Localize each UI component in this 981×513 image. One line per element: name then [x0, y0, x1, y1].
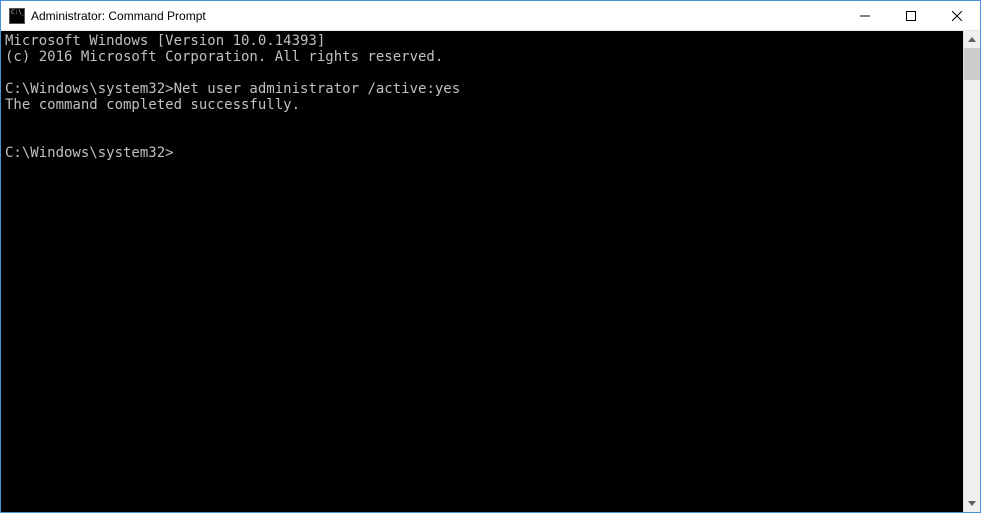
scrollbar-thumb[interactable] [964, 48, 980, 80]
minimize-icon [860, 11, 870, 21]
client-area: Microsoft Windows [Version 10.0.14393] (… [1, 31, 980, 512]
scroll-up-button[interactable] [964, 31, 980, 48]
cmd-icon [9, 8, 25, 24]
copyright-line: (c) 2016 Microsoft Corporation. All righ… [5, 49, 443, 65]
maximize-icon [906, 11, 916, 21]
close-button[interactable] [934, 1, 980, 30]
command-prompt-window: Administrator: Command Prompt Microsoft … [0, 0, 981, 513]
typed-command: Net user administrator /active:yes [174, 81, 461, 97]
close-icon [952, 11, 962, 21]
terminal-output[interactable]: Microsoft Windows [Version 10.0.14393] (… [1, 31, 963, 512]
maximize-button[interactable] [888, 1, 934, 30]
chevron-up-icon [968, 37, 976, 42]
titlebar[interactable]: Administrator: Command Prompt [1, 1, 980, 31]
chevron-down-icon [968, 501, 976, 506]
os-version-line: Microsoft Windows [Version 10.0.14393] [5, 33, 325, 49]
prompt-path: C:\Windows\system32> [5, 145, 174, 161]
window-title: Administrator: Command Prompt [31, 9, 206, 23]
scrollbar-track[interactable] [964, 48, 980, 495]
vertical-scrollbar[interactable] [963, 31, 980, 512]
minimize-button[interactable] [842, 1, 888, 30]
scroll-down-button[interactable] [964, 495, 980, 512]
window-controls [842, 1, 980, 30]
command-result: The command completed successfully. [5, 97, 300, 113]
prompt-path: C:\Windows\system32> [5, 81, 174, 97]
